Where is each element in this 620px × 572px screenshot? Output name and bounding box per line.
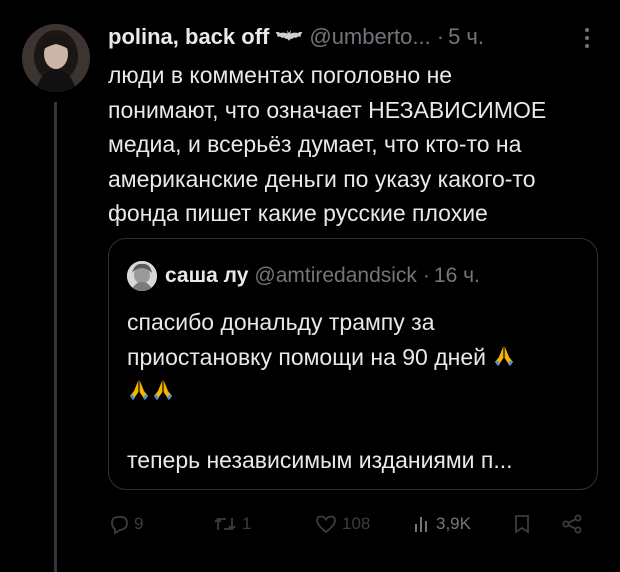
bar-chart-icon xyxy=(412,513,432,535)
quote-author-name: саша лу xyxy=(165,264,249,287)
retweet-icon xyxy=(212,513,238,535)
tweet-text-line: фонда пишет какие русские плохие xyxy=(108,200,488,226)
quote-author-handle: @amtiredandsick xyxy=(254,264,417,287)
bat-icon xyxy=(275,21,303,55)
tweet-text-line: люди в комментах поголовно не xyxy=(108,62,453,88)
bookmark-icon xyxy=(512,513,532,535)
separator-dot: · xyxy=(422,264,430,287)
avatar[interactable] xyxy=(22,24,90,92)
folded-hands-icon xyxy=(151,377,175,401)
tweet-text: люди в комментах поголовно не понимают, … xyxy=(108,58,608,231)
quote-emoji-line xyxy=(127,374,587,409)
action-bar: 9 1 108 3,9K xyxy=(108,506,598,542)
thread-line xyxy=(54,102,57,572)
quote-time: 16 ч. xyxy=(433,264,480,287)
quote-text-line: спасибо дональду трампу за xyxy=(127,309,435,335)
views-count: 3,9K xyxy=(436,514,471,533)
reply-count: 9 xyxy=(134,514,144,533)
tweet-time[interactable]: 5 ч. xyxy=(448,24,484,49)
author-name[interactable]: polina, back off xyxy=(108,24,269,49)
retweet-button[interactable]: 1 xyxy=(212,510,251,538)
heart-icon xyxy=(314,513,338,535)
quote-text-segment: приостановку помощи на 90 дней xyxy=(127,343,487,370)
share-button[interactable] xyxy=(560,510,584,538)
separator-dot: · xyxy=(436,24,445,49)
author-handle[interactable]: @umberto... xyxy=(309,24,430,49)
folded-hands-icon xyxy=(127,377,151,401)
quote-header: саша лу @amtiredandsick · 16 ч. xyxy=(127,261,480,292)
quote-text-line: теперь независимым изданиями п... xyxy=(127,447,513,473)
tweet-header: polina, back off @umberto... · 5 ч. xyxy=(108,20,608,54)
like-count: 108 xyxy=(342,514,371,533)
tweet-text-line: американские деньги по указу какого-то xyxy=(108,165,536,192)
bookmark-button[interactable] xyxy=(512,510,532,538)
views-button[interactable]: 3,9K xyxy=(412,510,471,538)
like-button[interactable]: 108 xyxy=(314,510,370,538)
quote-blank-line xyxy=(127,409,587,444)
reply-icon xyxy=(108,513,130,535)
reply-button[interactable]: 9 xyxy=(108,510,143,538)
quote-text-line: приостановку помощи на 90 дней xyxy=(127,340,587,375)
folded-hands-icon xyxy=(492,343,516,367)
quote-text: спасибо дональду трампу за приостановку … xyxy=(127,305,587,478)
tweet-text-line: медиа, и всерьёз думает, что кто-то на xyxy=(108,131,522,157)
more-options-icon[interactable] xyxy=(582,26,592,50)
quote-avatar[interactable] xyxy=(127,261,157,292)
share-icon xyxy=(560,513,584,535)
retweet-count: 1 xyxy=(242,514,252,533)
tweet-text-line: понимают, что означает НЕЗАВИСИМОЕ xyxy=(108,96,547,123)
quoted-tweet[interactable]: саша лу @amtiredandsick · 16 ч. спасибо дон… xyxy=(108,238,598,490)
